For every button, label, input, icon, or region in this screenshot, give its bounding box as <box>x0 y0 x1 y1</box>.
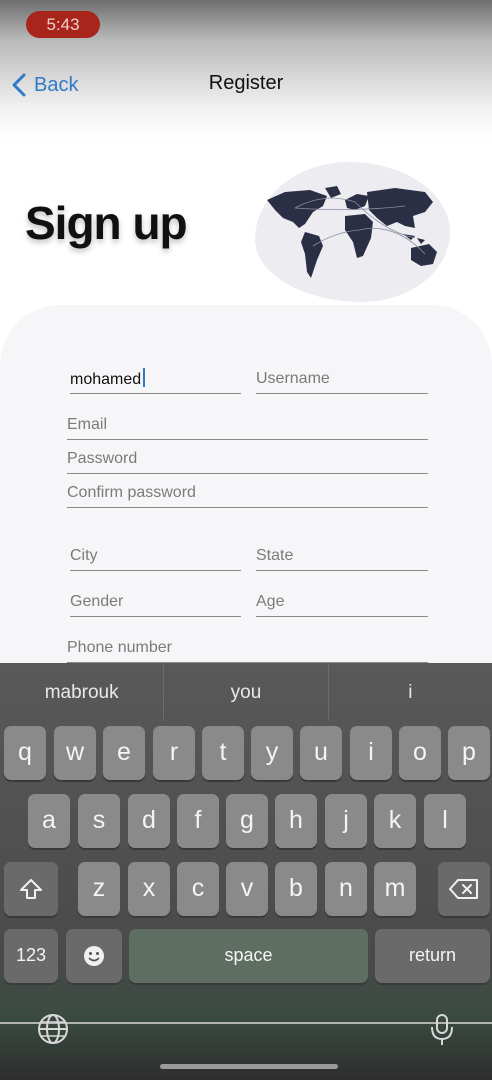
key-w[interactable]: w <box>54 726 96 780</box>
emoji-key[interactable] <box>66 929 122 983</box>
key-s[interactable]: s <box>78 794 120 848</box>
key-x[interactable]: x <box>128 862 170 916</box>
username-field[interactable]: Username <box>256 368 428 394</box>
key-c[interactable]: c <box>177 862 219 916</box>
key-r[interactable]: r <box>153 726 195 780</box>
key-t[interactable]: t <box>202 726 244 780</box>
emoji-icon <box>84 946 104 966</box>
state-field[interactable]: State <box>256 545 428 571</box>
key-i[interactable]: i <box>350 726 392 780</box>
status-time: 5:43 <box>26 11 100 38</box>
city-field[interactable]: City <box>70 545 241 571</box>
backspace-icon <box>449 879 478 899</box>
key-g[interactable]: g <box>226 794 268 848</box>
phone-number-field[interactable]: Phone number <box>67 637 428 663</box>
key-y[interactable]: y <box>251 726 293 780</box>
page-title: Register <box>208 72 284 94</box>
key-h[interactable]: h <box>275 794 317 848</box>
text-cursor <box>143 368 146 387</box>
key-m[interactable]: m <box>374 862 416 916</box>
key-n[interactable]: n <box>325 862 367 916</box>
key-z[interactable]: z <box>78 862 120 916</box>
confirm-password-field[interactable]: Confirm password <box>67 482 428 508</box>
key-p[interactable]: p <box>448 726 490 780</box>
key-u[interactable]: u <box>300 726 342 780</box>
key-j[interactable]: j <box>325 794 367 848</box>
backspace-key[interactable] <box>438 862 490 916</box>
home-indicator[interactable] <box>160 1064 338 1069</box>
globe-icon[interactable] <box>37 1013 69 1050</box>
key-f[interactable]: f <box>177 794 219 848</box>
password-field[interactable]: Password <box>67 448 428 474</box>
world-map-illustration <box>255 162 450 302</box>
shift-icon <box>20 879 42 899</box>
suggestion-bar: mabrouk you i <box>0 663 492 721</box>
numbers-key[interactable]: 123 <box>4 929 58 983</box>
microphone-icon[interactable] <box>429 1013 455 1052</box>
key-e[interactable]: e <box>103 726 145 780</box>
space-key[interactable]: space <box>129 929 368 983</box>
gender-field[interactable]: Gender <box>70 591 241 617</box>
first-name-value: mohamed <box>70 371 142 388</box>
email-field[interactable]: Email <box>67 414 428 440</box>
key-o[interactable]: o <box>399 726 441 780</box>
key-l[interactable]: l <box>424 794 466 848</box>
key-b[interactable]: b <box>275 862 317 916</box>
suggestion-1[interactable]: mabrouk <box>0 663 165 721</box>
suggestion-2[interactable]: you <box>164 663 329 721</box>
key-a[interactable]: a <box>28 794 70 848</box>
return-key[interactable]: return <box>375 929 490 983</box>
age-field[interactable]: Age <box>256 591 428 617</box>
key-k[interactable]: k <box>374 794 416 848</box>
key-d[interactable]: d <box>128 794 170 848</box>
key-v[interactable]: v <box>226 862 268 916</box>
shift-key[interactable] <box>4 862 58 916</box>
suggestion-3[interactable]: i <box>329 663 492 721</box>
sign-up-heading: Sign up <box>25 197 188 249</box>
key-q[interactable]: q <box>4 726 46 780</box>
first-name-field[interactable]: mohamed <box>70 368 241 394</box>
divider <box>0 1022 492 1024</box>
